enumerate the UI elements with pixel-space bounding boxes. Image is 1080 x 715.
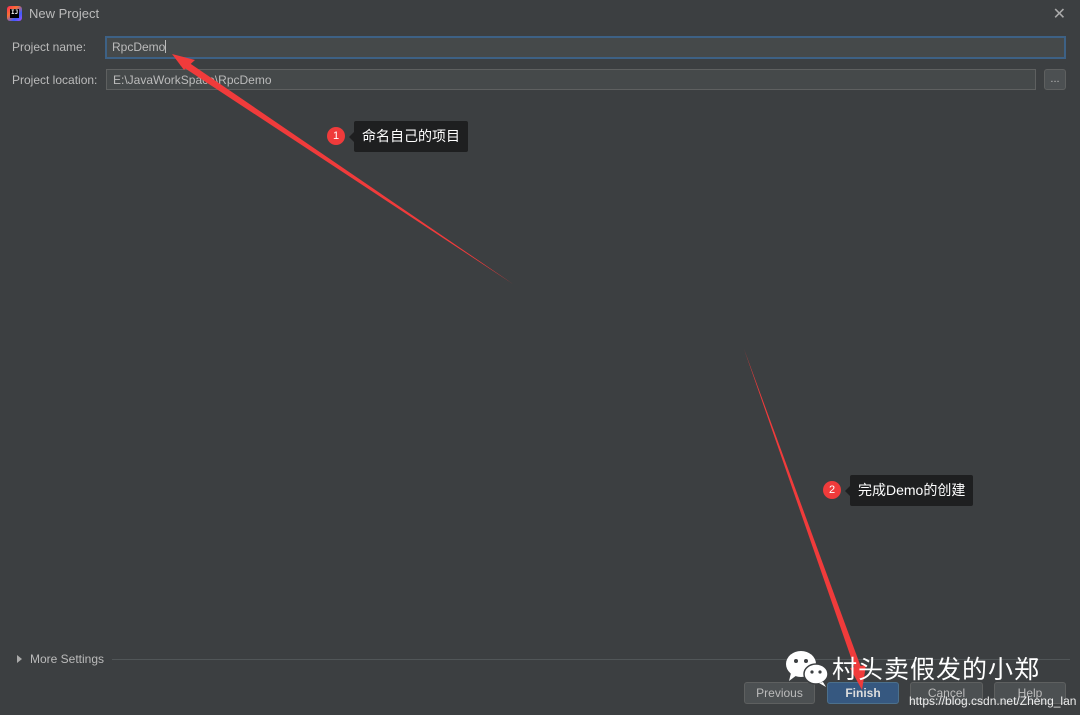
project-location-label: Project location: [12, 73, 98, 87]
window-title: New Project [29, 6, 100, 21]
annotation-callout-1: 命名自己的项目 [349, 121, 468, 152]
expand-triangle-icon [17, 655, 22, 663]
intellij-idea-icon: IJ [7, 6, 22, 21]
text-caret [165, 40, 167, 53]
browse-button[interactable]: ... [1044, 69, 1066, 90]
watermark-url: https://blog.csdn.net/Zheng_lan [909, 694, 1077, 708]
wechat-icon [786, 651, 829, 687]
annotation-arrows [172, 54, 866, 690]
project-name-label: Project name: [12, 40, 87, 54]
annotation-badge-2: 2 [823, 481, 841, 499]
watermark-text: 村头卖假发的小郑 [832, 656, 1041, 684]
project-name-input[interactable]: RpcDemo [105, 36, 1066, 59]
more-settings-toggle[interactable]: More Settings [17, 652, 104, 666]
close-icon[interactable]: ✕ [1053, 4, 1066, 24]
annotation-callout-2: 完成Demo的创建 [844, 475, 974, 506]
annotation-badge-1: 1 [327, 127, 345, 145]
project-name-value: RpcDemo [112, 40, 166, 54]
arrow-to-finish [744, 349, 862, 672]
more-settings-label: More Settings [30, 652, 105, 666]
title-bar: IJ New Project ✕ [0, 0, 1080, 28]
arrow-to-project-name [180, 60, 513, 284]
project-location-input[interactable]: E:\JavaWorkSpace\RpcDemo [106, 69, 1036, 90]
